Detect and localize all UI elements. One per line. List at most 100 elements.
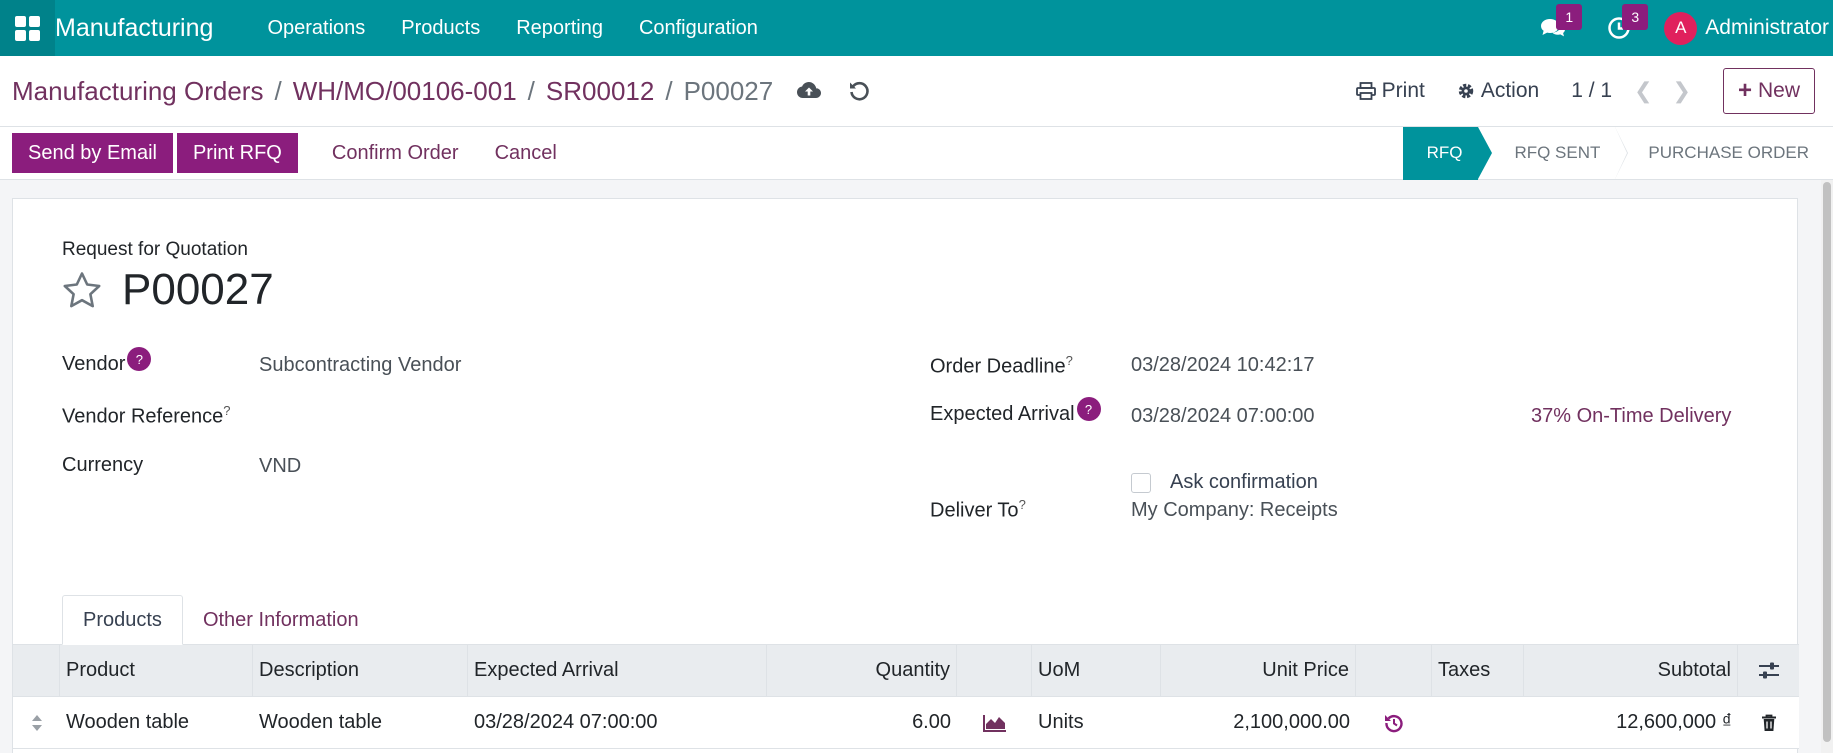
breadcrumb-separator: /: [274, 75, 282, 106]
breadcrumb-sr[interactable]: SR00012: [546, 76, 654, 107]
cell-expected-arrival[interactable]: 03/28/2024 07:00:00: [468, 697, 767, 748]
order-deadline-field[interactable]: 03/28/2024 10:42:17: [1131, 354, 1315, 377]
column-header-unit-price[interactable]: Unit Price: [1161, 645, 1356, 696]
discard-button[interactable]: [845, 77, 873, 105]
confirm-order-button[interactable]: Confirm Order: [316, 133, 475, 173]
activities-badge: 3: [1622, 4, 1649, 30]
user-name: Administrator: [1705, 16, 1829, 39]
top-navbar: Manufacturing Operations Products Report…: [0, 0, 1833, 56]
app-name[interactable]: Manufacturing: [55, 14, 231, 43]
breadcrumb-manufacturing-orders[interactable]: Manufacturing Orders: [12, 76, 263, 107]
ask-confirmation-checkbox[interactable]: [1131, 473, 1151, 493]
breadcrumb-separator: /: [527, 75, 535, 106]
column-header-uom[interactable]: UoM: [1032, 645, 1161, 696]
order-lines-table: Product Description Expected Arrival Qua…: [13, 645, 1799, 749]
messages-button[interactable]: 1: [1523, 0, 1583, 56]
menu-operations[interactable]: Operations: [249, 17, 383, 40]
page-scrollbar[interactable]: [1821, 180, 1833, 753]
print-button[interactable]: Print: [1355, 79, 1425, 103]
cell-unit-price[interactable]: 2,100,000.00: [1161, 697, 1356, 748]
expected-arrival-field[interactable]: 03/28/2024 07:00:00: [1131, 405, 1315, 428]
app-menu-button[interactable]: [0, 0, 55, 56]
handle-column-header: [13, 645, 60, 696]
breadcrumb-mo[interactable]: WH/MO/00106-001: [293, 76, 517, 107]
menu-products[interactable]: Products: [383, 17, 498, 40]
control-panel: Manufacturing Orders / WH/MO/00106-001 /…: [0, 56, 1833, 127]
user-menu[interactable]: A Administrator: [1664, 11, 1829, 45]
stage-pipeline: RFQ RFQ Sent Purchase Order: [1402, 126, 1823, 180]
order-deadline-label: Order Deadline?: [930, 353, 1073, 378]
stage-purchase-order[interactable]: Purchase Order: [1616, 127, 1823, 180]
column-header-quantity[interactable]: Quantity: [767, 645, 957, 696]
cloud-upload-icon: [797, 82, 822, 98]
record-title: P00027: [122, 265, 274, 314]
action-label: Action: [1480, 79, 1540, 102]
print-label: Print: [1381, 79, 1425, 102]
deliver-to-field[interactable]: My Company: Receipts: [1131, 499, 1338, 522]
plus-icon: +: [1737, 77, 1752, 104]
stage-rfq[interactable]: RFQ: [1402, 126, 1493, 180]
cancel-button[interactable]: Cancel: [479, 133, 573, 173]
cell-uom[interactable]: Units: [1032, 697, 1161, 748]
undo-icon: [850, 81, 869, 101]
send-by-email-button[interactable]: Send by Email: [12, 133, 173, 173]
table-row[interactable]: Wooden table Wooden table 03/28/2024 07:…: [13, 697, 1799, 749]
area-chart-icon: [982, 714, 1006, 732]
pager-next-icon[interactable]: ❯: [1673, 78, 1691, 104]
vendor-field[interactable]: Subcontracting Vendor: [259, 354, 461, 377]
avatar: A: [1664, 11, 1698, 45]
row-drag-handle[interactable]: [13, 697, 60, 748]
cell-quantity[interactable]: 6.00: [767, 697, 957, 748]
forecast-column-header: [957, 645, 1032, 696]
column-header-expected-arrival[interactable]: Expected Arrival: [468, 645, 767, 696]
menu-reporting[interactable]: Reporting: [498, 17, 621, 40]
breadcrumb-current: P00027: [683, 75, 774, 106]
column-header-description[interactable]: Description: [253, 645, 468, 696]
status-bar: Send by Email Print RFQ Confirm Order Ca…: [0, 126, 1833, 180]
table-header: Product Description Expected Arrival Qua…: [13, 645, 1799, 697]
pager-previous-icon[interactable]: ❮: [1634, 78, 1652, 104]
currency-field[interactable]: VND: [259, 455, 301, 478]
price-history-column-header: [1356, 645, 1432, 696]
history-icon: [1385, 714, 1403, 732]
vendor-reference-field[interactable]: [259, 403, 859, 429]
help-icon[interactable]: ?: [1066, 353, 1073, 368]
sliders-icon: [1758, 662, 1779, 678]
messages-badge: 1: [1556, 4, 1583, 30]
vendor-label: Vendor?: [62, 347, 152, 376]
print-rfq-button[interactable]: Print RFQ: [176, 133, 298, 173]
action-button[interactable]: Action: [1457, 79, 1539, 103]
activities-button[interactable]: 3: [1589, 0, 1649, 56]
save-button[interactable]: [795, 77, 823, 105]
column-header-subtotal[interactable]: Subtotal: [1524, 645, 1738, 696]
pager-value[interactable]: 1 / 1: [1571, 79, 1612, 103]
scrollbar-thumb[interactable]: [1823, 182, 1831, 742]
apps-grid-icon: [15, 15, 40, 41]
column-header-taxes[interactable]: Taxes: [1432, 645, 1524, 696]
cell-product[interactable]: Wooden table: [60, 697, 253, 748]
star-icon[interactable]: [62, 271, 102, 309]
main-menu: Operations Products Reporting Configurat…: [249, 17, 775, 40]
forecast-report-button[interactable]: [957, 697, 1032, 748]
tab-products[interactable]: Products: [62, 595, 183, 645]
cell-taxes[interactable]: [1432, 697, 1524, 748]
help-icon[interactable]: ?: [1019, 497, 1026, 512]
new-button[interactable]: + New: [1722, 68, 1815, 114]
ask-confirmation-label[interactable]: Ask confirmation: [1170, 471, 1318, 494]
deliver-to-label: Deliver To?: [930, 497, 1026, 522]
menu-configuration[interactable]: Configuration: [621, 17, 776, 40]
price-history-button[interactable]: [1356, 697, 1432, 748]
stage-rfq-sent[interactable]: RFQ Sent: [1478, 126, 1629, 180]
column-header-product[interactable]: Product: [60, 645, 253, 696]
help-icon[interactable]: ?: [127, 347, 152, 371]
currency-label: Currency: [62, 454, 144, 476]
help-icon[interactable]: ?: [223, 403, 230, 418]
delete-row-button[interactable]: [1738, 697, 1799, 748]
new-label: New: [1757, 79, 1800, 102]
optional-columns-button[interactable]: [1738, 645, 1799, 696]
cell-description[interactable]: Wooden table: [253, 697, 468, 748]
tab-other-information[interactable]: Other Information: [183, 595, 379, 645]
on-time-delivery-link[interactable]: 37% On-Time Delivery: [1531, 405, 1731, 428]
form-sheet: Request for Quotation P00027 Vendor? Sub…: [12, 198, 1799, 753]
help-icon[interactable]: ?: [1076, 397, 1101, 421]
